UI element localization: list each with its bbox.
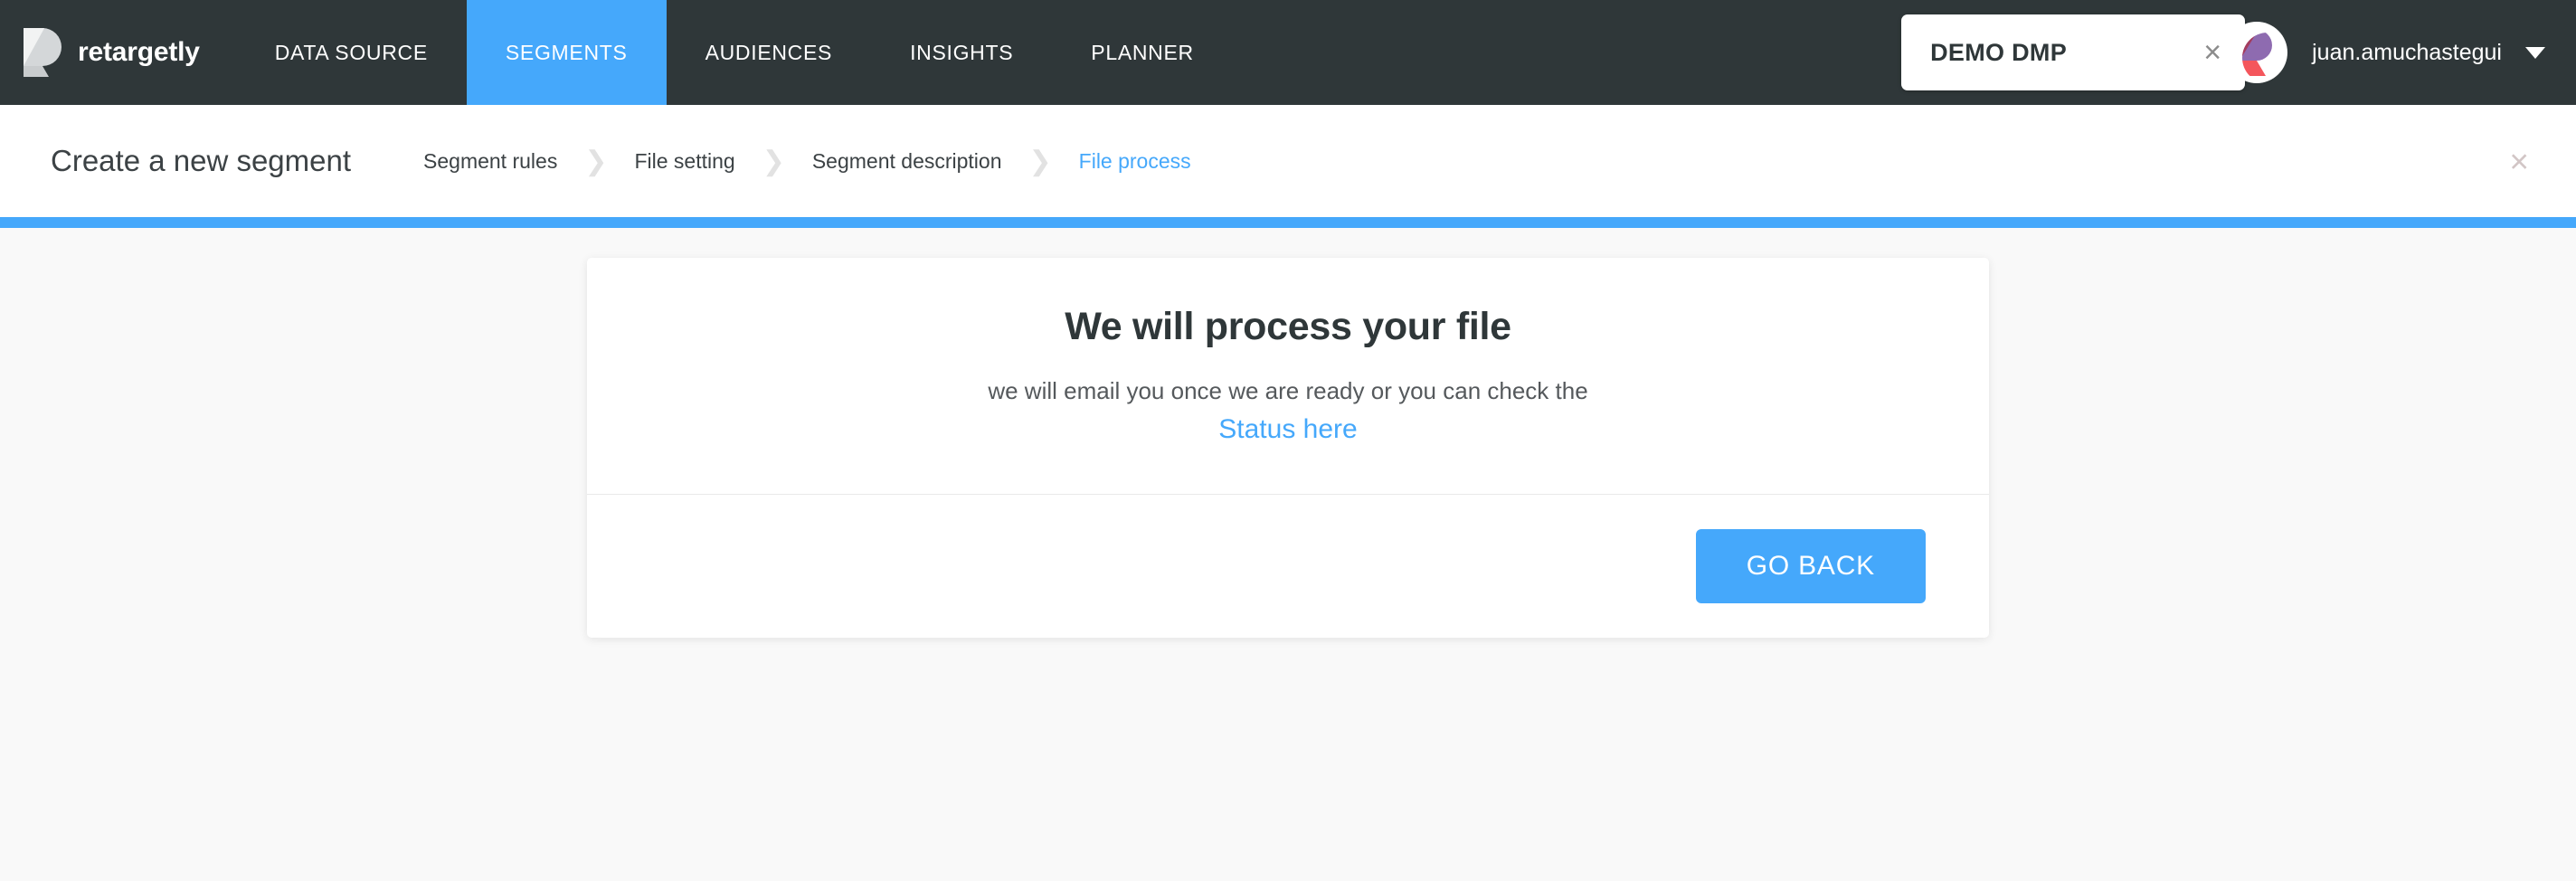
main-content: We will process your file we will email …	[0, 228, 2576, 881]
card-footer: GO BACK	[587, 494, 1989, 638]
page-title: Create a new segment	[51, 144, 352, 177]
card-title: We will process your file	[1065, 305, 1511, 348]
nav-item-planner[interactable]: PLANNER	[1052, 0, 1233, 105]
chevron-down-icon[interactable]	[2525, 46, 2545, 59]
card-subtitle: we will email you once we are ready or y…	[988, 377, 1588, 404]
wizard-progress-bar	[0, 217, 2576, 228]
nav-item-insights[interactable]: INSIGHTS	[871, 0, 1052, 105]
nav-item-segments[interactable]: SEGMENTS	[466, 0, 667, 105]
file-process-card: We will process your file we will email …	[587, 258, 1989, 639]
wizard-step-file-setting[interactable]: File setting	[634, 149, 734, 174]
wizard-step-segment-rules[interactable]: Segment rules	[423, 149, 557, 174]
chevron-right-icon: ❯	[762, 146, 785, 176]
go-back-button[interactable]: GO BACK	[1695, 529, 1926, 604]
account-area: DEMO DMP × juan.amuchastegui	[1901, 0, 2576, 105]
wizard-breadcrumb-bar: Create a new segment Segment rules ❯ Fil…	[0, 105, 2576, 217]
wizard-step-file-process[interactable]: File process	[1079, 149, 1191, 174]
close-wizard-icon[interactable]: ×	[2493, 136, 2545, 187]
nav-item-audiences[interactable]: AUDIENCES	[667, 0, 872, 105]
wizard-step-segment-description[interactable]: Segment description	[812, 149, 1002, 174]
dmp-selector[interactable]: DEMO DMP ×	[1901, 14, 2246, 90]
card-body: We will process your file we will email …	[587, 258, 1989, 494]
retargetly-r-logo-icon	[24, 28, 62, 77]
username-label[interactable]: juan.amuchastegui	[2312, 40, 2502, 66]
avatar[interactable]	[2229, 24, 2286, 81]
brand-logo[interactable]: retargetly	[0, 0, 236, 105]
nav-item-data-source[interactable]: DATA SOURCE	[236, 0, 467, 105]
close-icon[interactable]: ×	[2203, 37, 2221, 68]
brand-name: retargetly	[78, 37, 200, 67]
status-here-link[interactable]: Status here	[1218, 414, 1357, 445]
breadcrumb: Segment rules ❯ File setting ❯ Segment d…	[423, 146, 1191, 177]
dmp-name-label: DEMO DMP	[1930, 38, 2068, 66]
chevron-right-icon: ❯	[1028, 146, 1052, 176]
primary-nav: DATA SOURCE SEGMENTS AUDIENCES INSIGHTS …	[236, 0, 1233, 105]
chevron-right-icon: ❯	[584, 146, 608, 176]
top-navigation-bar: retargetly DATA SOURCE SEGMENTS AUDIENCE…	[0, 0, 2576, 105]
